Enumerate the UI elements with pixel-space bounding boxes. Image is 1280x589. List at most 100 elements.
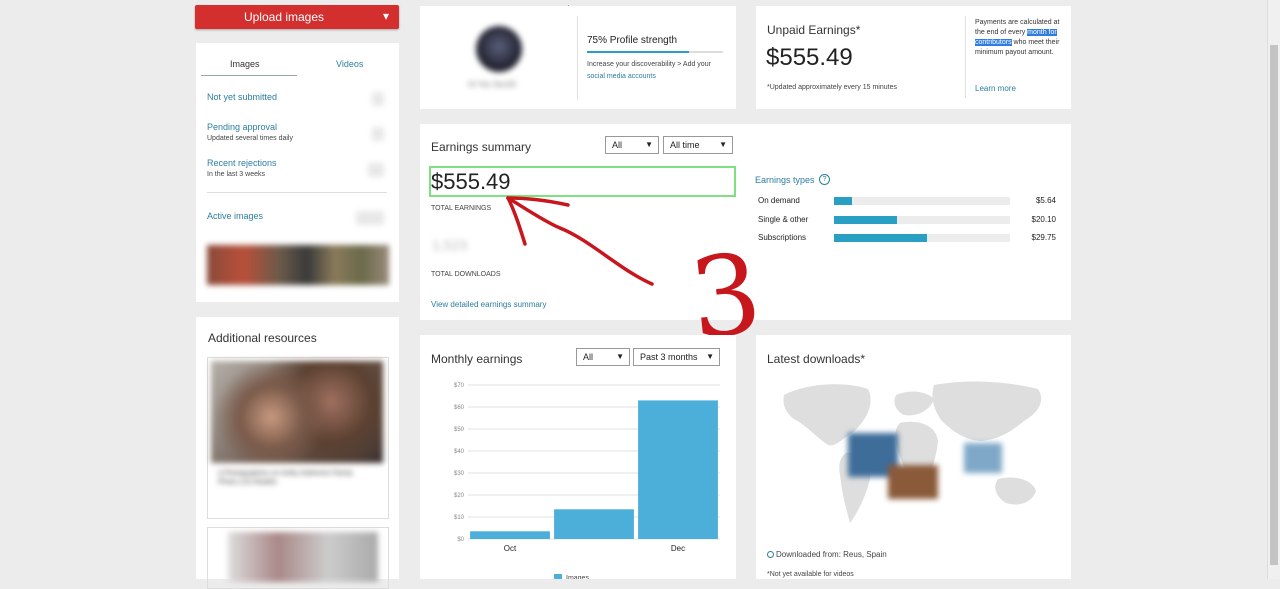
latest-downloads-card: Latest downloads* Downloaded from: Reus,… [756,335,1071,579]
profile-card: Hi Yes Sen45 75% Profile strength Increa… [420,6,736,109]
latest-downloads-title: Latest downloads* [767,352,866,366]
payout-info: Payments are calculated at the end of ev… [975,18,1065,58]
earnings-type-bar [834,215,1010,224]
unpaid-earnings-card: Unpaid Earnings* $555.49 *Updated approx… [756,6,1071,109]
map-australia [995,477,1036,505]
not-submitted-count [372,92,384,106]
chevron-down-icon: ▼ [719,140,727,149]
additional-resources-card: Additional resources a Photographers on … [196,317,399,589]
earnings-type-select[interactable]: All ▼ [605,136,659,154]
earnings-type-row: On demand $5.64 [758,196,1058,210]
earnings-summary-title: Earnings summary [431,140,532,154]
earnings-types-list: On demand $5.64 Single & other $20.10 Subscr… [758,196,1058,266]
y-tick-label: $30 [454,471,465,477]
tab-images-underline [201,75,297,76]
upload-images-button[interactable]: Upload images ▾ [195,5,569,29]
y-tick-label: $50 [454,427,465,433]
earnings-type-value: $29.75 [1031,233,1056,242]
monthly-earnings-title: Monthly earnings [431,352,523,366]
tab-images[interactable]: Images [230,59,260,69]
y-tick-label: $0 [457,537,464,543]
help-icon[interactable]: ? [819,174,830,185]
earnings-type-value: All [612,140,623,150]
active-images-thumbnails[interactable] [207,245,389,285]
earnings-type-bar-fill [834,215,898,224]
unpaid-note: *Updated approximately every 15 minutes [767,84,897,91]
unpaid-amount: $555.49 [766,44,853,71]
scrollbar-thumb[interactable] [1270,45,1278,565]
page-scrollbar[interactable] [1267,0,1280,579]
download-thumbnail [964,443,1002,473]
legend-label: Images [566,575,589,579]
rejections-sub: In the last 3 weeks [207,171,265,178]
earnings-summary-card: Earnings summary All ▼ All time ▼ $555.4… [420,124,1071,320]
chevron-down-icon: ▼ [706,352,714,361]
not-submitted-link[interactable]: Not yet submitted [207,92,277,102]
earnings-type-bar [834,197,1010,205]
active-images-count [356,211,384,225]
monthly-range-select[interactable]: Past 3 months ▼ [633,348,720,366]
avatar[interactable] [476,26,522,72]
map-asia [932,381,1042,441]
chevron-down-icon: ▼ [645,140,653,149]
location-marker-icon [767,551,774,558]
profile-divider [577,16,578,100]
total-downloads-value: 1,523 [432,237,468,253]
resources-title: Additional resources [208,331,317,345]
resource-item[interactable]: a Photographers on Getty Katherine Famil… [207,357,389,519]
resource-thumbnail [211,361,383,463]
chevron-down-icon: ▼ [616,352,624,361]
upload-label: Upload images [243,10,325,24]
unpaid-divider [965,16,966,98]
earnings-type-row: Single & other $20.10 [758,215,1058,229]
earnings-type-value: $20.10 [1031,214,1056,224]
map-europe [894,391,934,416]
earnings-type-bar-fill [834,234,928,242]
earnings-type-label: Single & other [758,214,809,224]
earnings-time-select[interactable]: All time ▼ [663,136,733,154]
earnings-type-bar [834,234,1010,242]
rejections-count [368,163,384,177]
earnings-type-value: $5.64 [1035,196,1056,205]
earnings-type-label: On demand [758,196,800,205]
tab-videos[interactable]: Videos [336,59,363,69]
pending-sub: Updated several times daily [207,135,293,142]
social-media-link[interactable]: social media accounts [587,73,656,80]
y-tick-label: $20 [454,493,465,499]
rejections-link[interactable]: Recent rejections [207,158,277,168]
resource-thumbnail [228,532,378,582]
learn-more-link[interactable]: Learn more [975,84,1016,93]
profile-strength-label: 75% Profile strength [587,35,678,46]
resource-item[interactable] [207,527,389,589]
divider [207,192,387,193]
chevron-down-icon[interactable]: ▾ [374,9,398,23]
profile-tip: Increase your discoverability > Add your [587,61,711,68]
earnings-time-value: All time [670,140,700,150]
unpaid-title: Unpaid Earnings* [767,23,861,37]
profile-strength-fill [587,51,689,53]
download-thumbnail [888,465,938,499]
latest-downloads-note: *Not yet available for videos [767,571,854,578]
x-tick-label: Dec [671,544,685,553]
monthly-type-value: All [583,352,594,362]
active-images-link[interactable]: Active images [207,211,263,221]
chart-bar [638,400,718,539]
earnings-types-title[interactable]: Earnings types [755,175,815,185]
total-earnings-amount: $555.49 [431,169,511,194]
monthly-type-select[interactable]: All ▼ [576,348,630,366]
total-earnings-label: TOTAL EARNINGS [431,205,492,212]
chart-bar [554,509,634,539]
y-tick-label: $60 [454,405,465,411]
total-downloads-label: TOTAL DOWNLOADS [431,271,501,278]
y-tick-label: $40 [454,449,465,455]
world-map[interactable] [776,375,1056,535]
resource-caption: a Photographers on Getty Katherine Famil… [218,470,353,486]
earnings-type-row: Subscriptions $29.75 [758,233,1058,247]
detailed-earnings-link[interactable]: View detailed earnings summary [431,300,546,309]
x-tick-label: Oct [504,544,517,553]
earnings-type-label: Subscriptions [758,233,807,242]
pending-count [372,127,384,141]
pending-link[interactable]: Pending approval [207,122,277,132]
media-status-card: Images Videos Not yet submitted Pending … [196,43,399,302]
profile-name: Hi Yes Sen45 [468,80,517,89]
